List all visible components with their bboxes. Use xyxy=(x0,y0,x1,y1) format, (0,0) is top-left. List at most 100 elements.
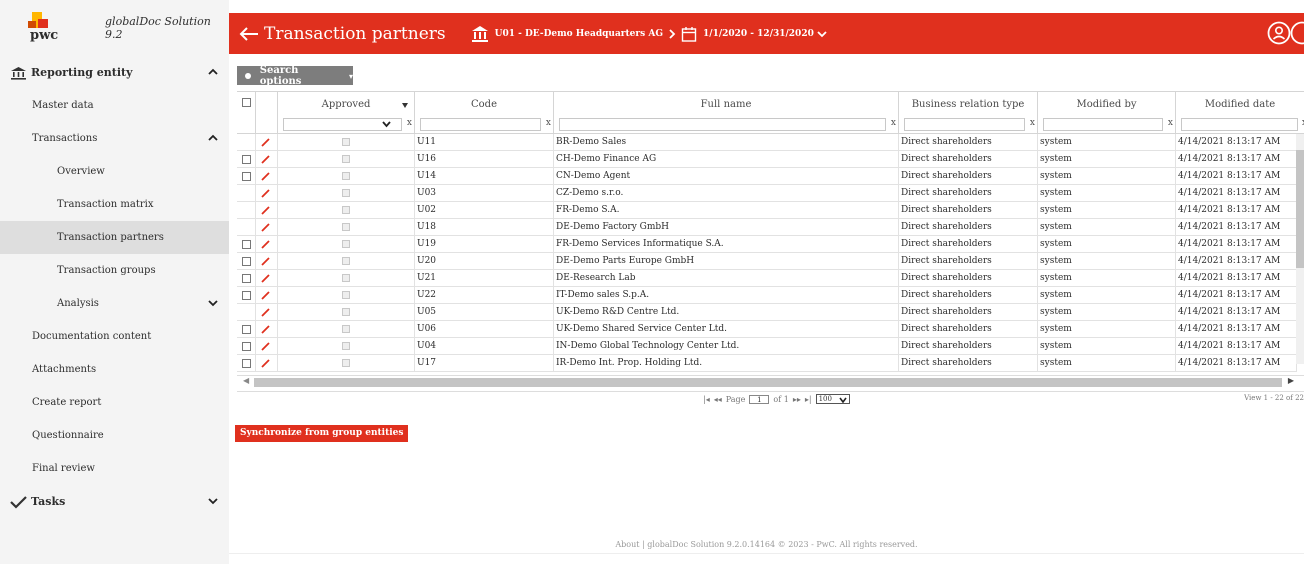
prev-page-icon[interactable]: ◂◂ xyxy=(714,395,722,404)
pencil-icon[interactable] xyxy=(261,172,270,181)
row-checkbox[interactable] xyxy=(242,155,251,164)
table-row[interactable]: U18 DE-Demo Factory GmbH Direct shareholde… xyxy=(237,219,1297,236)
pencil-icon[interactable] xyxy=(261,359,270,368)
row-checkbox[interactable] xyxy=(242,172,251,181)
select-all-checkbox[interactable] xyxy=(242,98,251,107)
chevron-up-icon[interactable] xyxy=(207,66,219,78)
table-row[interactable]: U02 FR-Demo S.A. Direct shareholders system… xyxy=(237,202,1297,219)
chevron-down-icon[interactable] xyxy=(207,495,219,507)
col-relation[interactable]: Business relation type x xyxy=(899,92,1038,133)
sync-group-entities-button[interactable]: Synchronize from group entities xyxy=(235,425,409,442)
date-range[interactable]: 1/1/2020 - 12/31/2020 xyxy=(703,29,814,39)
sidebar-item-reporting-entity[interactable]: Reporting entity xyxy=(0,56,229,89)
sidebar-item-analysis[interactable]: Analysis xyxy=(0,287,229,320)
sidebar-item-transaction-groups[interactable]: Transaction groups xyxy=(0,254,229,287)
pencil-icon[interactable] xyxy=(261,223,270,232)
pwc-logo[interactable]: pwc xyxy=(20,11,63,45)
vertical-scrollbar[interactable] xyxy=(1296,134,1304,364)
pencil-icon[interactable] xyxy=(261,291,270,300)
sidebar-item-tasks[interactable]: Tasks xyxy=(0,485,229,518)
pencil-icon[interactable] xyxy=(261,257,270,266)
row-checkbox[interactable] xyxy=(242,342,251,351)
code-filter-input[interactable] xyxy=(420,118,541,131)
col-modified-by[interactable]: Modified by x xyxy=(1038,92,1176,133)
search-options-button[interactable]: Search options ▾ xyxy=(237,65,353,87)
col-code[interactable]: Code x xyxy=(415,92,554,133)
sidebar-item-transaction-matrix[interactable]: Transaction matrix xyxy=(0,188,229,221)
full-name-filter-input[interactable] xyxy=(559,118,886,131)
code-cell: U04 xyxy=(415,338,554,355)
code-filter-clear[interactable]: x xyxy=(546,118,551,128)
first-page-icon[interactable]: |◂ xyxy=(703,395,710,404)
sidebar-item-transaction-partners[interactable]: Transaction partners xyxy=(0,221,229,254)
modified-by-filter-clear[interactable]: x xyxy=(1168,118,1173,128)
back-arrow-icon[interactable] xyxy=(238,26,260,42)
sidebar-item-final-review[interactable]: Final review xyxy=(0,452,229,485)
table-row[interactable]: U06 UK-Demo Shared Service Center Ltd. Dir… xyxy=(237,321,1297,338)
scroll-right-icon[interactable]: ▶ xyxy=(1288,376,1294,385)
pencil-icon[interactable] xyxy=(261,240,270,249)
pencil-icon[interactable] xyxy=(261,138,270,147)
horizontal-scrollbar[interactable]: ◀ ▶ xyxy=(237,375,1304,388)
approved-filter-select[interactable] xyxy=(283,118,402,131)
next-page-icon[interactable]: ▸▸ xyxy=(793,395,801,404)
bank-icon xyxy=(11,66,26,80)
relation-filter-clear[interactable]: x xyxy=(1030,118,1035,128)
row-checkbox[interactable] xyxy=(242,240,251,249)
sidebar-item-attachments[interactable]: Attachments xyxy=(0,353,229,386)
modified-date-filter-input[interactable] xyxy=(1181,118,1298,131)
row-checkbox[interactable] xyxy=(242,274,251,283)
row-checkbox[interactable] xyxy=(242,325,251,334)
sort-icon[interactable] xyxy=(402,100,408,108)
full-name-filter-clear[interactable]: x xyxy=(891,118,896,128)
entity-breadcrumb[interactable]: U01 - DE-Demo Headquarters AG xyxy=(495,29,663,39)
pencil-icon[interactable] xyxy=(261,325,270,334)
row-select-cell xyxy=(237,219,256,236)
modified-by-filter-input[interactable] xyxy=(1043,118,1163,131)
table-row[interactable]: U11 BR-Demo Sales Direct shareholders syste… xyxy=(237,134,1297,151)
table-row[interactable]: U20 DE-Demo Parts Europe GmbH Direct share… xyxy=(237,253,1297,270)
user-profile-icon[interactable] xyxy=(1267,21,1291,45)
col-modified-date[interactable]: Modified date x xyxy=(1176,92,1304,133)
pencil-icon[interactable] xyxy=(261,274,270,283)
row-checkbox[interactable] xyxy=(242,257,251,266)
table-row[interactable]: U17 IR-Demo Int. Prop. Holding Ltd. Direct… xyxy=(237,355,1297,372)
sidebar-item-questionnaire[interactable]: Questionnaire xyxy=(0,419,229,452)
scroll-left-icon[interactable]: ◀ xyxy=(243,376,249,385)
approved-filter-clear[interactable]: x xyxy=(407,118,412,128)
pencil-icon[interactable] xyxy=(261,206,270,215)
relation-filter-input[interactable] xyxy=(904,118,1025,131)
table-row[interactable]: U16 CH-Demo Finance AG Direct shareholders… xyxy=(237,151,1297,168)
chevron-down-icon[interactable] xyxy=(817,30,827,38)
chevron-up-icon[interactable] xyxy=(207,132,219,144)
sidebar-item-overview[interactable]: Overview xyxy=(0,155,229,188)
calendar-icon[interactable] xyxy=(681,26,697,42)
pencil-icon[interactable] xyxy=(261,189,270,198)
table-row[interactable]: U22 IT-Demo sales S.p.A. Direct shareholde… xyxy=(237,287,1297,304)
page-size-select[interactable]: 100 xyxy=(815,394,850,404)
table-row[interactable]: U03 CZ-Demo s.r.o. Direct shareholders syst… xyxy=(237,185,1297,202)
modified-by-cell: system xyxy=(1038,338,1176,355)
table-row[interactable]: U05 UK-Demo R&D Centre Ltd. Direct shareho… xyxy=(237,304,1297,321)
table-row[interactable]: U04 IN-Demo Global Technology Center Ltd.… xyxy=(237,338,1297,355)
row-checkbox[interactable] xyxy=(242,359,251,368)
table-row[interactable]: U19 FR-Demo Services Informatique S.A. Dir… xyxy=(237,236,1297,253)
pencil-icon[interactable] xyxy=(261,342,270,351)
sidebar-item-create-report[interactable]: Create report xyxy=(0,386,229,419)
sidebar-item-master-data[interactable]: Master data xyxy=(0,89,229,122)
relation-cell: Direct shareholders xyxy=(899,304,1038,321)
chevron-down-icon[interactable] xyxy=(207,297,219,309)
modified-by-cell: system xyxy=(1038,253,1176,270)
sidebar-item-transactions[interactable]: Transactions xyxy=(0,122,229,155)
table-row[interactable]: U21 DE-Research Lab Direct shareholders sys… xyxy=(237,270,1297,287)
more-icon[interactable] xyxy=(1290,21,1304,45)
pencil-icon[interactable] xyxy=(261,155,270,164)
col-full-name[interactable]: Full name x xyxy=(554,92,899,133)
row-checkbox[interactable] xyxy=(242,291,251,300)
table-row[interactable]: U14 CN-Demo Agent Direct shareholders syste… xyxy=(237,168,1297,185)
last-page-icon[interactable]: ▸| xyxy=(805,395,812,404)
sidebar-item-documentation-content[interactable]: Documentation content xyxy=(0,320,229,353)
pencil-icon[interactable] xyxy=(261,308,270,317)
col-approved[interactable]: Approved x xyxy=(278,92,415,133)
page-number-input[interactable]: 1 xyxy=(749,394,770,404)
